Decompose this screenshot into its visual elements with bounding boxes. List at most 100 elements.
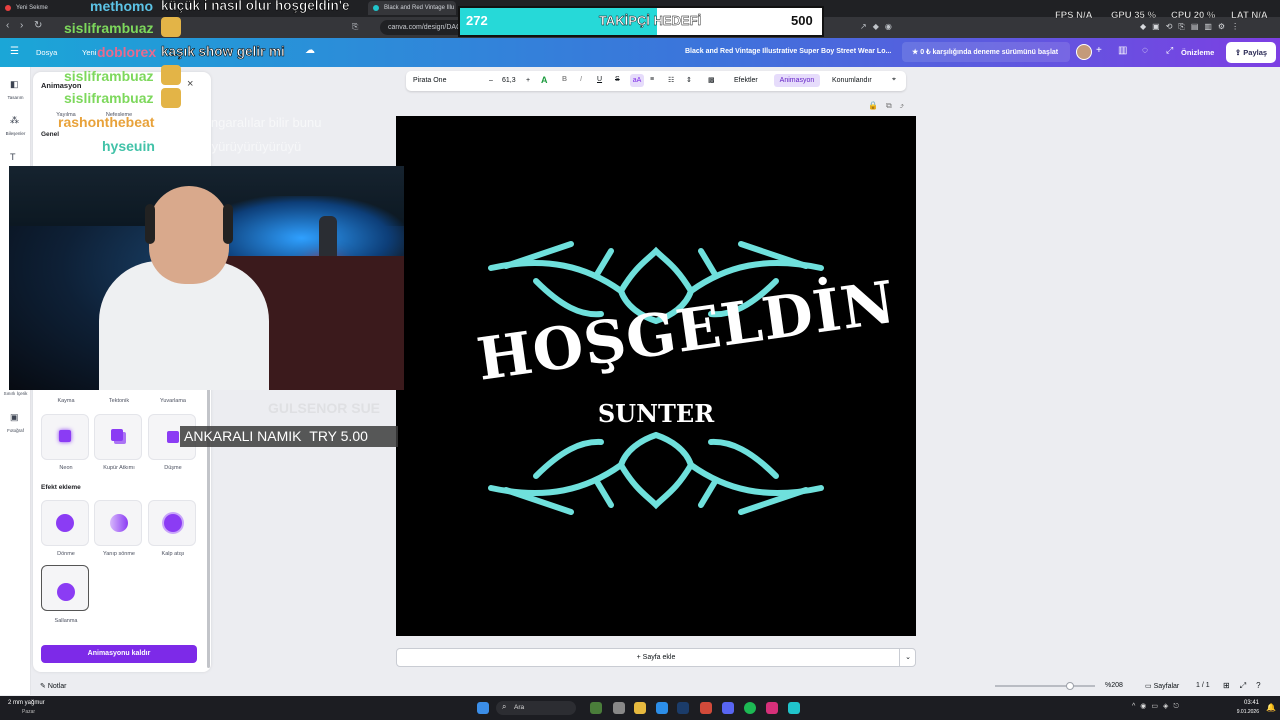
case-icon[interactable]: aA (630, 74, 644, 87)
elements-icon[interactable]: ⁂ (10, 115, 19, 126)
photos-icon[interactable]: ▣ (10, 412, 19, 423)
close-icon[interactable]: × (187, 78, 193, 90)
discord-icon[interactable] (722, 702, 734, 714)
share-button[interactable]: ⇪ Paylaş (1226, 42, 1276, 63)
taskbar-search[interactable]: Ara (496, 701, 576, 715)
effect-blink[interactable] (94, 500, 142, 546)
instagram-icon[interactable] (766, 702, 778, 714)
underline-icon[interactable]: U (597, 76, 602, 83)
bold-icon[interactable]: B (562, 76, 567, 83)
list-icon[interactable]: ☷ (668, 76, 674, 84)
system-tray-icons[interactable]: ^◉▭◈⎋ (1132, 702, 1184, 711)
design-canvas[interactable]: HOŞGELDİN SUNTER (396, 116, 916, 636)
gpu-stat: GPU 35 % (1111, 10, 1156, 21)
design-icon[interactable]: ◧ (10, 79, 19, 90)
file-menu[interactable]: Dosya (36, 48, 57, 57)
chat-message: gerçek angaralılar bilir bunu (161, 115, 322, 130)
comment-icon[interactable]: ◌ (1142, 45, 1148, 56)
insights-icon[interactable]: ▥ (1118, 45, 1127, 56)
design-title[interactable]: Black and Red Vintage Illustrative Super… (685, 48, 891, 55)
remove-animation-button[interactable]: Animasyonu kaldır (41, 645, 197, 663)
ghost-overlay-text: GULSENOR SUE (268, 400, 381, 416)
effect-rotate[interactable] (41, 500, 89, 546)
browser-toolbar-icons[interactable]: ◆▣⟲⎘▤▥⚙⋮ (1140, 22, 1245, 32)
anim-label: Kayma (57, 398, 75, 404)
goal-target: 500 (791, 13, 813, 28)
notification-icon[interactable]: 🔔 (1266, 703, 1276, 712)
bookmark-icon[interactable]: ⎘ (352, 22, 358, 32)
anim-label: Düşme (164, 465, 182, 471)
windows-start-icon[interactable] (477, 702, 489, 714)
chat-message: kaşık show gelir mi (161, 44, 285, 60)
preview-icon[interactable]: ⤢ (1166, 45, 1173, 56)
reload-icon[interactable]: ↻ (34, 20, 42, 31)
effect-label: Yanıp sönme (102, 551, 135, 557)
tab-favicon (373, 5, 379, 11)
steam-icon[interactable] (677, 702, 689, 714)
size-decrease[interactable]: – (489, 77, 493, 84)
task-view-icon[interactable] (613, 702, 625, 714)
resize-menu[interactable]: Yeni (82, 48, 96, 57)
search-icon: ⌕ (502, 702, 507, 711)
avatar[interactable] (1076, 44, 1092, 60)
webcam-overlay (9, 166, 404, 390)
add-page-button[interactable]: + Sayfa ekle (396, 648, 916, 667)
add-collaborator-icon[interactable]: + (1096, 45, 1102, 56)
anim-neon[interactable] (41, 414, 89, 460)
notes-button[interactable]: ✎ Notlar (40, 682, 67, 690)
clock-time[interactable]: 03:41 (1237, 700, 1259, 706)
file-explorer-icon[interactable] (634, 702, 646, 714)
zoom-level[interactable]: %208 (1105, 682, 1123, 689)
effects-button[interactable]: Efektler (734, 77, 758, 84)
effect-label: Sallanma (54, 618, 78, 624)
preview-button[interactable]: Önizleme (1181, 48, 1214, 57)
extension-icons[interactable]: ↗◆◉ (860, 22, 898, 31)
strikethrough-icon[interactable]: S (615, 76, 620, 83)
donation-amount: TRY 5.00 (309, 428, 368, 444)
cpu-value: 20 % (1193, 10, 1216, 21)
app-icon[interactable] (590, 702, 602, 714)
streamer-face (149, 186, 229, 284)
clock-date[interactable]: 9.01.2026 (1228, 709, 1259, 715)
font-selector[interactable]: Pirata One (413, 77, 481, 87)
forward-icon[interactable]: › (20, 20, 23, 31)
cloud-save-icon[interactable]: ☁ (305, 45, 315, 56)
section-general: Genel (41, 131, 60, 138)
rail-label-elements: Bileşenler (5, 131, 26, 136)
font-size-field[interactable]: 61,3 (502, 77, 516, 84)
browser-tab-active[interactable]: Black and Red Vintage Illu (368, 1, 456, 15)
position-button[interactable]: Konumlandır (832, 77, 872, 84)
rail-label-photos: Fotoğraf (7, 428, 24, 433)
page-actions-icons[interactable]: 🔒⧉⤴ (868, 101, 912, 111)
transparency-icon[interactable]: ▩ (708, 76, 715, 84)
view-controls-icons[interactable]: ⊞⤢? (1223, 681, 1271, 691)
chat-user: doblorex (97, 44, 157, 60)
anim-cut[interactable] (94, 414, 142, 460)
text-color-icon[interactable]: A (541, 75, 548, 85)
spotify-icon[interactable] (744, 702, 756, 714)
edge-icon[interactable] (656, 702, 668, 714)
zoom-slider-handle[interactable] (1066, 682, 1074, 690)
back-icon[interactable]: ‹ (6, 20, 9, 31)
zoom-slider[interactable] (995, 685, 1095, 687)
pages-button[interactable]: ▭ Sayfalar (1145, 682, 1179, 690)
canvas-subtitle[interactable]: SUNTER (556, 399, 756, 428)
notes-label: Notlar (47, 683, 67, 690)
donor-name: ANKARALI NAMIK (184, 428, 302, 444)
size-increase[interactable]: + (526, 77, 530, 84)
italic-icon[interactable]: I (580, 76, 582, 83)
align-icon[interactable]: ≡ (650, 76, 654, 83)
effect-wobble[interactable] (41, 565, 89, 611)
canva-icon[interactable] (788, 702, 800, 714)
text-icon[interactable]: T (10, 152, 16, 162)
animation-button[interactable]: Animasyon (774, 74, 820, 87)
menu-icon[interactable]: ☰ (10, 46, 19, 57)
brave-icon[interactable] (700, 702, 712, 714)
spacing-icon[interactable]: ⇕ (686, 76, 692, 84)
format-painter-icon[interactable]: ⌖ (892, 76, 896, 84)
weather-widget[interactable]: 2 mm yağmur (8, 700, 45, 706)
effect-heartbeat[interactable] (148, 500, 196, 546)
cpu-label: CPU (1171, 10, 1192, 21)
weather-sub: Pazar (22, 709, 36, 715)
chevron-down-icon[interactable]: ⌄ (899, 648, 916, 667)
